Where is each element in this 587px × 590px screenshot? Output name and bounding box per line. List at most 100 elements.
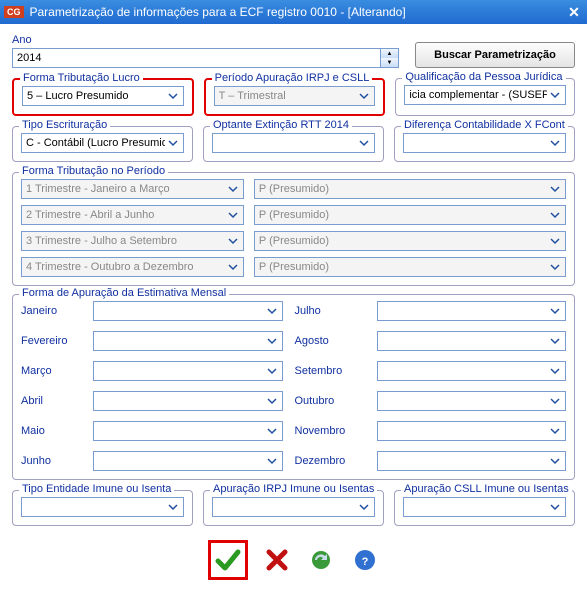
close-icon[interactable]: ✕	[565, 4, 583, 20]
window-title: Parametrização de informações para a ECF…	[30, 5, 566, 19]
help-icon: ?	[353, 548, 377, 572]
tipo-escrituracao-select[interactable]: C - Contábil (Lucro Presumid	[21, 133, 184, 153]
trimestre-select-4[interactable]: 4 Trimestre - Outubro a Dezembro	[21, 257, 244, 277]
month-label: Junho	[21, 455, 81, 467]
chevron-down-icon[interactable]	[547, 207, 563, 223]
spin-up-icon[interactable]: ▲	[381, 49, 398, 58]
trimestre-value-select-3[interactable]: P (Presumido)	[254, 231, 566, 251]
tipo-escrituracao-group: Tipo Escrituração C - Contábil (Lucro Pr…	[12, 126, 193, 162]
chevron-down-icon[interactable]	[264, 423, 280, 439]
chevron-down-icon[interactable]	[225, 181, 241, 197]
chevron-down-icon[interactable]	[165, 88, 181, 104]
apuracao-csll-select[interactable]	[403, 497, 566, 517]
chevron-down-icon[interactable]	[547, 423, 563, 439]
titlebar: CG Parametrização de informações para a …	[0, 0, 587, 24]
month-select-agosto[interactable]	[377, 331, 567, 351]
trimestre-value-select-1[interactable]: P (Presumido)	[254, 179, 566, 199]
trimestre-select-2[interactable]: 2 Trimestre - Abril a Junho	[21, 205, 244, 225]
check-icon	[215, 547, 241, 573]
tipo-entidade-select[interactable]	[21, 497, 184, 517]
globe-refresh-icon	[309, 548, 333, 572]
content: Ano 2014 ▲ ▼ Buscar Parametrização Forma…	[0, 24, 587, 590]
chevron-down-icon[interactable]	[547, 181, 563, 197]
month-label: Fevereiro	[21, 335, 81, 347]
chevron-down-icon[interactable]	[165, 499, 181, 515]
month-select-fevereiro[interactable]	[93, 331, 283, 351]
ano-spinner[interactable]: ▲ ▼	[381, 48, 399, 68]
help-button[interactable]: ?	[350, 545, 380, 575]
month-select-junho[interactable]	[93, 451, 283, 471]
chevron-down-icon[interactable]	[225, 233, 241, 249]
chevron-down-icon[interactable]	[547, 499, 563, 515]
month-select-março[interactable]	[93, 361, 283, 381]
chevron-down-icon[interactable]	[547, 303, 563, 319]
periodo-apuracao-group: Período Apuração IRPJ e CSLL T – Trimest…	[204, 78, 386, 116]
month-select-novembro[interactable]	[377, 421, 567, 441]
apuracao-irpj-group: Apuração IRPJ Imune ou Isentas	[203, 490, 384, 526]
chevron-down-icon[interactable]	[547, 453, 563, 469]
trimestre-value-select-2[interactable]: P (Presumido)	[254, 205, 566, 225]
confirm-button[interactable]	[213, 545, 243, 575]
cancel-button[interactable]	[262, 545, 292, 575]
chevron-down-icon[interactable]	[225, 207, 241, 223]
chevron-down-icon[interactable]	[547, 259, 563, 275]
month-label: Novembro	[295, 425, 365, 437]
svg-text:?: ?	[361, 556, 368, 568]
chevron-down-icon[interactable]	[264, 333, 280, 349]
chevron-down-icon[interactable]	[356, 499, 372, 515]
chevron-down-icon[interactable]	[165, 135, 181, 151]
month-label: Dezembro	[295, 455, 365, 467]
chevron-down-icon[interactable]	[356, 88, 372, 104]
chevron-down-icon[interactable]	[547, 333, 563, 349]
chevron-down-icon[interactable]	[356, 135, 372, 151]
month-select-dezembro[interactable]	[377, 451, 567, 471]
optante-rtt-group: Optante Extinção RTT 2014	[203, 126, 384, 162]
trimestre-value-select-4[interactable]: P (Presumido)	[254, 257, 566, 277]
qualificacao-pj-group: Qualificação da Pessoa Jurídica icia com…	[395, 78, 575, 116]
chevron-down-icon[interactable]	[547, 363, 563, 379]
chevron-down-icon[interactable]	[264, 393, 280, 409]
chevron-down-icon[interactable]	[547, 393, 563, 409]
ano-input[interactable]: 2014	[12, 48, 381, 68]
month-select-julho[interactable]	[377, 301, 567, 321]
toolbar: ?	[12, 540, 575, 580]
tipo-entidade-group: Tipo Entidade Imune ou Isenta	[12, 490, 193, 526]
qualificacao-pj-select[interactable]: icia complementar - (SUSEP)	[404, 85, 566, 105]
optante-rtt-select[interactable]	[212, 133, 375, 153]
chevron-down-icon[interactable]	[547, 135, 563, 151]
chevron-down-icon[interactable]	[225, 259, 241, 275]
dif-contab-group: Diferença Contabilidade X FCont	[394, 126, 575, 162]
dif-contab-select[interactable]	[403, 133, 566, 153]
month-label: Agosto	[295, 335, 365, 347]
estimativa-mensal-group: Forma de Apuração da Estimativa Mensal J…	[12, 294, 575, 480]
periodo-apuracao-select[interactable]: T – Trimestral	[214, 86, 376, 106]
chevron-down-icon[interactable]	[547, 87, 563, 103]
confirm-highlight	[208, 540, 248, 580]
chevron-down-icon[interactable]	[264, 363, 280, 379]
x-icon	[265, 548, 289, 572]
chevron-down-icon[interactable]	[264, 303, 280, 319]
month-label: Abril	[21, 395, 81, 407]
spin-down-icon[interactable]: ▼	[381, 58, 398, 67]
apuracao-irpj-select[interactable]	[212, 497, 375, 517]
ano-label: Ano	[12, 34, 399, 46]
chevron-down-icon[interactable]	[264, 453, 280, 469]
refresh-button[interactable]	[306, 545, 336, 575]
trimestre-select-3[interactable]: 3 Trimestre - Julho a Setembro	[21, 231, 244, 251]
trimestre-select-1[interactable]: 1 Trimestre - Janeiro a Março	[21, 179, 244, 199]
month-label: Setembro	[295, 365, 365, 377]
month-select-maio[interactable]	[93, 421, 283, 441]
month-label: Janeiro	[21, 305, 81, 317]
forma-tributacao-lucro-group: Forma Tributação Lucro 5 – Lucro Presumi…	[12, 78, 194, 116]
apuracao-csll-group: Apuração CSLL Imune ou Isentas	[394, 490, 575, 526]
forma-tributacao-lucro-select[interactable]: 5 – Lucro Presumido	[22, 86, 184, 106]
month-label: Maio	[21, 425, 81, 437]
app-badge: CG	[4, 6, 24, 18]
month-select-abril[interactable]	[93, 391, 283, 411]
month-select-outubro[interactable]	[377, 391, 567, 411]
month-select-janeiro[interactable]	[93, 301, 283, 321]
forma-tributacao-periodo-group: Forma Tributação no Período 1 Trimestre …	[12, 172, 575, 286]
buscar-button[interactable]: Buscar Parametrização	[415, 42, 575, 68]
chevron-down-icon[interactable]	[547, 233, 563, 249]
month-select-setembro[interactable]	[377, 361, 567, 381]
